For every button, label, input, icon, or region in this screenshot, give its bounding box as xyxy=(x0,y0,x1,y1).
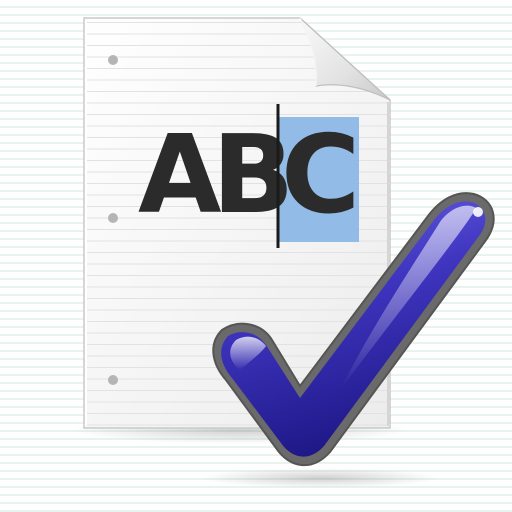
icon-canvas: A B C xyxy=(0,0,512,512)
letter-c: C xyxy=(281,113,360,238)
checkmark-shadow xyxy=(200,468,440,488)
letter-a: A xyxy=(138,113,222,238)
abc-text: A B C xyxy=(138,113,360,238)
spell-check-document-icon: A B C xyxy=(70,17,495,488)
